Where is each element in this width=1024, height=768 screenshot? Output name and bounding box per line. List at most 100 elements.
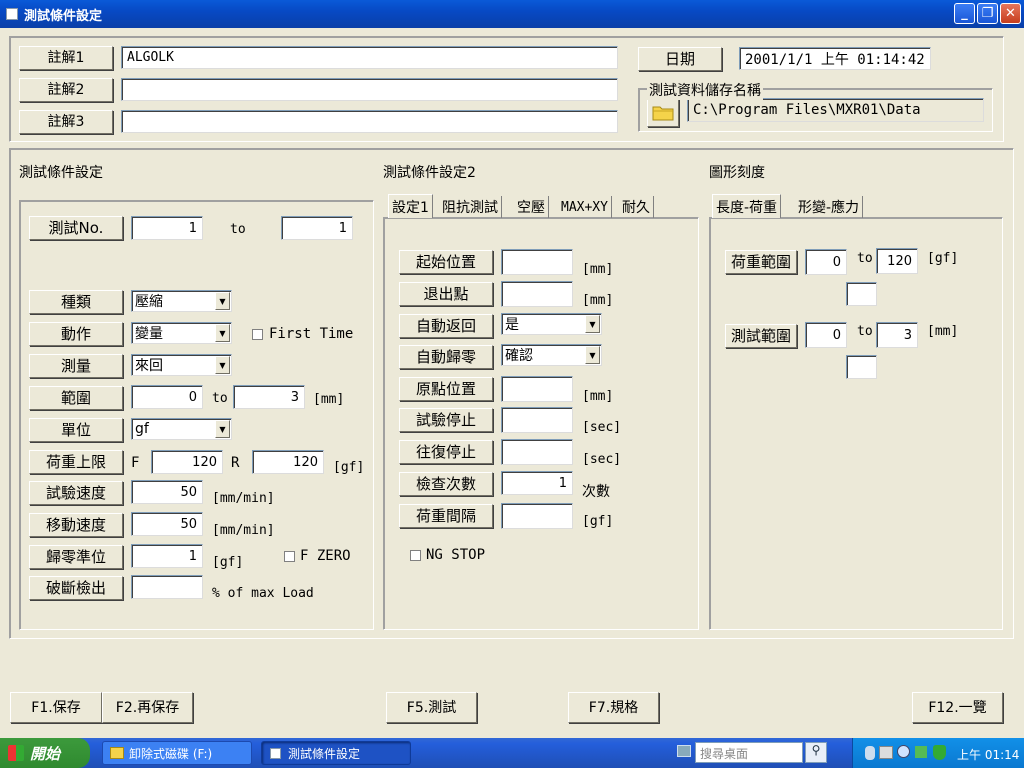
unit-select[interactable]: gf ▼ xyxy=(131,418,232,440)
unit-button[interactable]: 單位 xyxy=(29,418,123,442)
load-range-extra-field[interactable] xyxy=(846,282,877,306)
origin-pos-button[interactable]: 原點位置 xyxy=(399,377,493,401)
f-zero-checkbox[interactable] xyxy=(284,551,295,562)
note1-button[interactable]: 註解1 xyxy=(19,46,113,70)
date-field[interactable]: 2001/1/1 上午 01:14:42 xyxy=(739,47,931,70)
zero-level-field[interactable]: 1 xyxy=(131,544,203,568)
round-stop-field[interactable] xyxy=(501,439,573,465)
start-label: 開始 xyxy=(30,744,61,763)
load-range-unit: [gf] xyxy=(927,251,959,266)
test-speed-button[interactable]: 試驗速度 xyxy=(29,481,123,505)
date-button[interactable]: 日期 xyxy=(638,47,722,71)
range-unit: [mm] xyxy=(313,392,345,407)
measure-select[interactable]: 來回 ▼ xyxy=(131,354,232,376)
start-button[interactable]: 開始 xyxy=(0,738,90,768)
unit-select-value: gf xyxy=(135,421,149,437)
load-limit-button[interactable]: 荷重上限 xyxy=(29,450,123,474)
f-zero-label: F ZERO xyxy=(300,548,351,564)
note1-field[interactable]: ALGOLK xyxy=(121,46,618,69)
exit-point-field[interactable] xyxy=(501,281,573,307)
title-bar: 測試條件設定 _ ❐ ✕ xyxy=(0,0,1024,28)
test-conditions2-heading: 測試條件設定2 xyxy=(383,165,476,181)
load-interval-field[interactable] xyxy=(501,503,573,529)
start-pos-button[interactable]: 起始位置 xyxy=(399,250,493,274)
check-count-field[interactable]: 1 xyxy=(501,471,573,495)
tab-strain-stress[interactable]: 形變-應力 xyxy=(795,196,864,218)
f2-resave-button[interactable]: F2.再保存 xyxy=(102,692,193,723)
range-to-field[interactable]: 3 xyxy=(233,385,305,409)
load-range-from-field[interactable]: 0 xyxy=(805,249,847,275)
load-limit-f-field[interactable]: 120 xyxy=(151,450,223,474)
clock[interactable]: 上午 01:14 xyxy=(957,746,1019,763)
origin-pos-field[interactable] xyxy=(501,376,573,402)
range-button[interactable]: 範圍 xyxy=(29,386,123,410)
test-no-to-field[interactable]: 1 xyxy=(281,216,353,240)
action-select[interactable]: 變量 ▼ xyxy=(131,322,232,344)
tab-settings1[interactable]: 設定1 xyxy=(388,194,433,218)
f5-test-button[interactable]: F5.測試 xyxy=(386,692,477,723)
test-no-from-field[interactable]: 1 xyxy=(131,216,203,240)
action-button[interactable]: 動作 xyxy=(29,322,123,346)
auto-zero-select[interactable]: 確認 ▼ xyxy=(501,344,602,366)
round-stop-button[interactable]: 往復停止 xyxy=(399,440,493,464)
search-icon[interactable]: ⚲ xyxy=(805,742,827,763)
load-interval-button[interactable]: 荷重間隔 xyxy=(399,504,493,528)
move-speed-field[interactable]: 50 xyxy=(131,512,203,536)
break-detect-button[interactable]: 破斷檢出 xyxy=(29,576,123,600)
taskbar-item-removable-disk[interactable]: 卸除式磁碟 (F:) xyxy=(102,741,252,765)
note3-field[interactable] xyxy=(121,110,618,133)
test-speed-field[interactable]: 50 xyxy=(131,480,203,504)
tab-length-load[interactable]: 長度-荷重 xyxy=(712,194,782,218)
measure-range-button[interactable]: 測試範圍 xyxy=(725,324,797,348)
load-limit-r-label: R xyxy=(231,455,240,471)
break-detect-field[interactable] xyxy=(131,575,203,599)
load-range-to-field[interactable]: 120 xyxy=(876,248,918,274)
close-button[interactable]: ✕ xyxy=(1000,3,1021,24)
range-from-field[interactable]: 0 xyxy=(131,385,203,409)
move-speed-button[interactable]: 移動速度 xyxy=(29,513,123,537)
network-icon[interactable] xyxy=(879,746,893,759)
start-pos-field[interactable] xyxy=(501,249,573,275)
security-shield-icon[interactable] xyxy=(933,745,946,760)
mouse-icon[interactable] xyxy=(865,746,875,760)
auto-return-select[interactable]: 是 ▼ xyxy=(501,313,602,335)
folder-icon xyxy=(652,106,674,121)
measure-range-extra-field[interactable] xyxy=(846,355,877,379)
exit-point-button[interactable]: 退出點 xyxy=(399,282,493,306)
windows-logo-icon xyxy=(8,745,24,761)
check-count-button[interactable]: 檢查次數 xyxy=(399,472,493,496)
desktop-search-input[interactable]: 搜尋桌面 xyxy=(695,742,803,763)
f7-spec-button[interactable]: F7.規格 xyxy=(568,692,659,723)
minimize-button[interactable]: _ xyxy=(954,3,975,24)
storage-path-field[interactable]: C:\Program Files\MXR01\Data xyxy=(687,98,984,122)
measure-range-from-field[interactable]: 0 xyxy=(805,322,847,348)
note2-button[interactable]: 註解2 xyxy=(19,78,113,102)
zero-level-button[interactable]: 歸零準位 xyxy=(29,545,123,569)
measure-range-to-field[interactable]: 3 xyxy=(876,322,918,348)
taskbar-item-test-conditions[interactable]: 測試條件設定 xyxy=(261,741,411,765)
ng-stop-checkbox[interactable] xyxy=(410,550,421,561)
tab-air-pressure[interactable]: 空壓 xyxy=(514,196,549,218)
safely-remove-icon[interactable] xyxy=(915,746,927,758)
folder-button[interactable] xyxy=(647,97,679,127)
note3-button[interactable]: 註解3 xyxy=(19,110,113,134)
test-no-button[interactable]: 測試No. xyxy=(29,216,123,240)
measure-button[interactable]: 測量 xyxy=(29,354,123,378)
first-time-checkbox[interactable] xyxy=(252,329,263,340)
tab-impedance-test[interactable]: 阻抗測試 xyxy=(439,196,502,218)
type-button[interactable]: 種類 xyxy=(29,290,123,314)
tab-durability[interactable]: 耐久 xyxy=(619,196,654,218)
test-stop-button[interactable]: 試驗停止 xyxy=(399,408,493,432)
magnifier-icon[interactable] xyxy=(897,745,910,758)
auto-return-button[interactable]: 自動返回 xyxy=(399,314,493,338)
f12-list-button[interactable]: F12.一覽 xyxy=(912,692,1003,723)
load-limit-r-field[interactable]: 120 xyxy=(252,450,324,474)
type-select[interactable]: 壓縮 ▼ xyxy=(131,290,232,312)
f1-save-button[interactable]: F1.保存 xyxy=(10,692,102,723)
test-stop-field[interactable] xyxy=(501,407,573,433)
tab-max-xy[interactable]: MAX+XY xyxy=(558,196,612,218)
auto-zero-button[interactable]: 自動歸零 xyxy=(399,345,493,369)
load-range-button[interactable]: 荷重範圍 xyxy=(725,250,797,274)
restore-button[interactable]: ❐ xyxy=(977,3,998,24)
note2-field[interactable] xyxy=(121,78,618,101)
